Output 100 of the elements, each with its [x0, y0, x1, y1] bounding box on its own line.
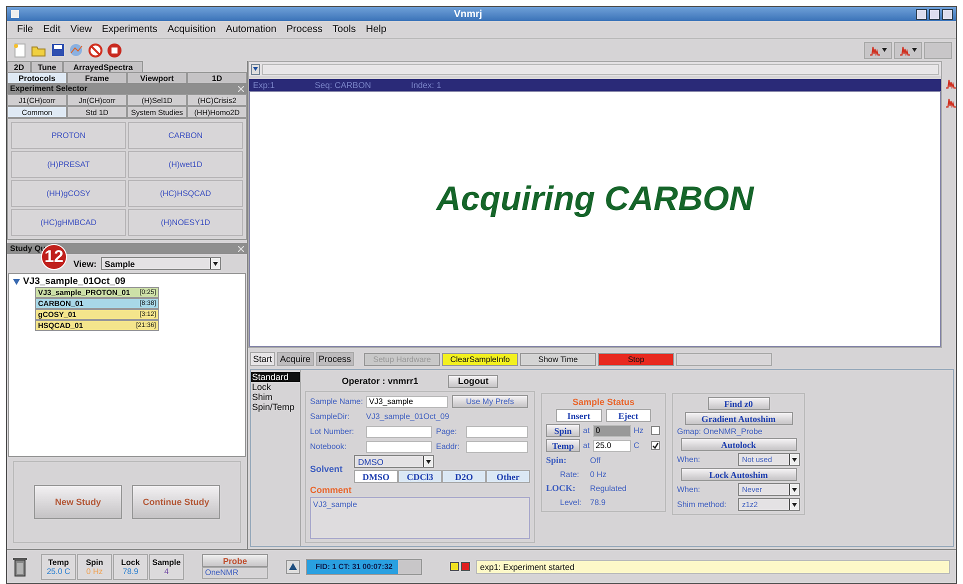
tab[interactable]: Frame	[67, 72, 127, 83]
tab[interactable]: Protocols	[7, 72, 67, 83]
save-icon[interactable]	[49, 42, 66, 58]
triangle-icon	[289, 563, 297, 570]
protocol-button[interactable]: (H)wet1D	[128, 151, 243, 178]
caret-icon	[426, 460, 431, 464]
probe-value: OneNMR	[202, 567, 268, 579]
spectrum-menu-button[interactable]	[894, 42, 922, 58]
use-prefs-button[interactable]: Use My Prefs	[452, 395, 528, 408]
solvent-option[interactable]: CDCl3	[398, 470, 442, 483]
action-button[interactable]: Stop	[598, 352, 674, 366]
field-label: When:	[677, 485, 700, 494]
lot-number-field[interactable]	[366, 426, 432, 438]
menu-item[interactable]: Acquisition	[167, 24, 216, 35]
tab[interactable]: Acquire	[277, 352, 314, 366]
lock-autoshim-button[interactable]: Lock Autoshim	[680, 468, 796, 481]
status-label: Level:	[559, 498, 582, 506]
eaddr-field[interactable]	[466, 440, 528, 452]
readout[interactable]: Spin 0 Hz	[77, 554, 112, 580]
spectrum-menu-button[interactable]	[864, 42, 892, 58]
minimize-button[interactable]	[916, 8, 927, 20]
view-dropdown[interactable]: Sample	[100, 257, 221, 270]
expand-button[interactable]	[286, 560, 300, 574]
readout-label: Sample	[152, 558, 181, 566]
readout[interactable]: Sample 4	[149, 554, 184, 580]
protocol-button[interactable]: (HC)HSQCAD	[128, 180, 243, 207]
notebook-field[interactable]	[366, 440, 432, 452]
autolock-button[interactable]: Autolock	[680, 438, 796, 451]
menu-item[interactable]: Experiments	[102, 24, 158, 35]
trash-icon[interactable]	[13, 556, 27, 576]
control-button[interactable]: Temp	[546, 439, 580, 452]
menu-item[interactable]: Edit	[43, 24, 60, 35]
solvent-option[interactable]: D2O	[442, 470, 486, 483]
new-file-icon[interactable]	[11, 42, 28, 58]
readout[interactable]: Temp 25.0 C	[41, 554, 76, 580]
tab[interactable]: 2D	[7, 61, 31, 72]
readout[interactable]: Lock 78.9	[113, 554, 148, 580]
control-button[interactable]: Spin	[546, 424, 580, 437]
header-text: Index: 1	[410, 80, 442, 90]
comment-field[interactable]: VJ3_sample	[310, 497, 530, 539]
field-label: Shim method:	[677, 500, 726, 509]
field-label: SampleDir:	[310, 412, 351, 421]
menu-item[interactable]: View	[70, 24, 92, 35]
protocol-button[interactable]: (H)NOESY1D	[128, 209, 243, 236]
status-value: 0 Hz	[590, 470, 606, 478]
value-field[interactable]: 25.0	[592, 440, 631, 452]
sample-name[interactable]: VJ3_sample_01Oct_09	[23, 276, 126, 287]
value-field[interactable]: 0	[592, 424, 631, 436]
tab[interactable]: ArrayedSpectra	[63, 61, 143, 72]
menu-item[interactable]: Help	[366, 24, 386, 35]
no-entry-icon[interactable]	[87, 42, 104, 58]
section-item[interactable]: Shim	[251, 392, 300, 402]
tab[interactable]: Tune	[31, 61, 63, 72]
tab[interactable]: Process	[316, 352, 354, 366]
find-z0-button[interactable]: Find z0	[708, 397, 770, 410]
status-label: Spin:	[546, 455, 568, 465]
caret-icon	[912, 48, 917, 52]
logout-button[interactable]: Logout	[448, 374, 498, 388]
menu-item[interactable]: Process	[286, 24, 323, 35]
status-message: Acquiring CARBON	[436, 180, 754, 218]
maximize-button[interactable]	[929, 8, 940, 20]
protocol-button[interactable]: CARBON	[128, 122, 243, 149]
close-icon[interactable]	[238, 246, 244, 252]
panel-title: Experiment Selector	[10, 84, 88, 93]
expanded-icon[interactable]	[13, 278, 20, 286]
action-button[interactable]: ClearSampleInfo	[442, 352, 518, 366]
section-item[interactable]: Lock	[251, 382, 300, 392]
tab[interactable]: Start	[250, 352, 276, 366]
solvent-option[interactable]: DMSO	[354, 470, 398, 483]
section-item[interactable]: Spin/Temp	[251, 402, 300, 412]
menu-item[interactable]: Tools	[332, 24, 356, 35]
operator-label: Operator : vnmrr1	[342, 376, 418, 386]
checkbox[interactable]	[650, 426, 660, 435]
stop-icon[interactable]	[106, 42, 123, 58]
peaks-icon	[944, 97, 956, 108]
solvent-option[interactable]: Other	[486, 470, 530, 483]
tab[interactable]: Viewport	[127, 72, 187, 83]
close-button[interactable]	[942, 8, 953, 20]
checkbox[interactable]	[650, 441, 660, 450]
menu-item[interactable]: Automation	[226, 24, 276, 35]
sample-dir-value: VJ3_sample_01Oct_09	[366, 412, 450, 421]
action-button[interactable]: Show Time	[520, 352, 596, 366]
close-icon[interactable]	[238, 86, 244, 92]
protocol-button[interactable]: (HH)gCOSY	[11, 180, 126, 207]
command-field[interactable]	[262, 64, 939, 74]
view-label: View:	[73, 258, 97, 268]
insert-button[interactable]: Insert	[556, 409, 602, 422]
sample-name-field[interactable]: VJ3_sample	[366, 396, 448, 408]
dropdown-button[interactable]	[251, 64, 260, 74]
section-item[interactable]: Standard	[251, 372, 300, 382]
menu-item[interactable]: File	[17, 24, 34, 35]
page-field[interactable]	[466, 426, 528, 438]
protocol-button[interactable]: (H)PRESAT	[11, 151, 126, 178]
protocol-button[interactable]: PROTON	[11, 122, 126, 149]
tab[interactable]: 1D	[187, 72, 247, 83]
caret-icon	[882, 48, 887, 52]
protocol-button[interactable]: (HC)gHMBCAD	[11, 209, 126, 236]
solvent-dropdown[interactable]: DMSO	[354, 455, 434, 468]
gradient-autoshim-button[interactable]: Gradient Autoshim	[684, 412, 792, 425]
eject-button[interactable]: Eject	[606, 409, 651, 422]
